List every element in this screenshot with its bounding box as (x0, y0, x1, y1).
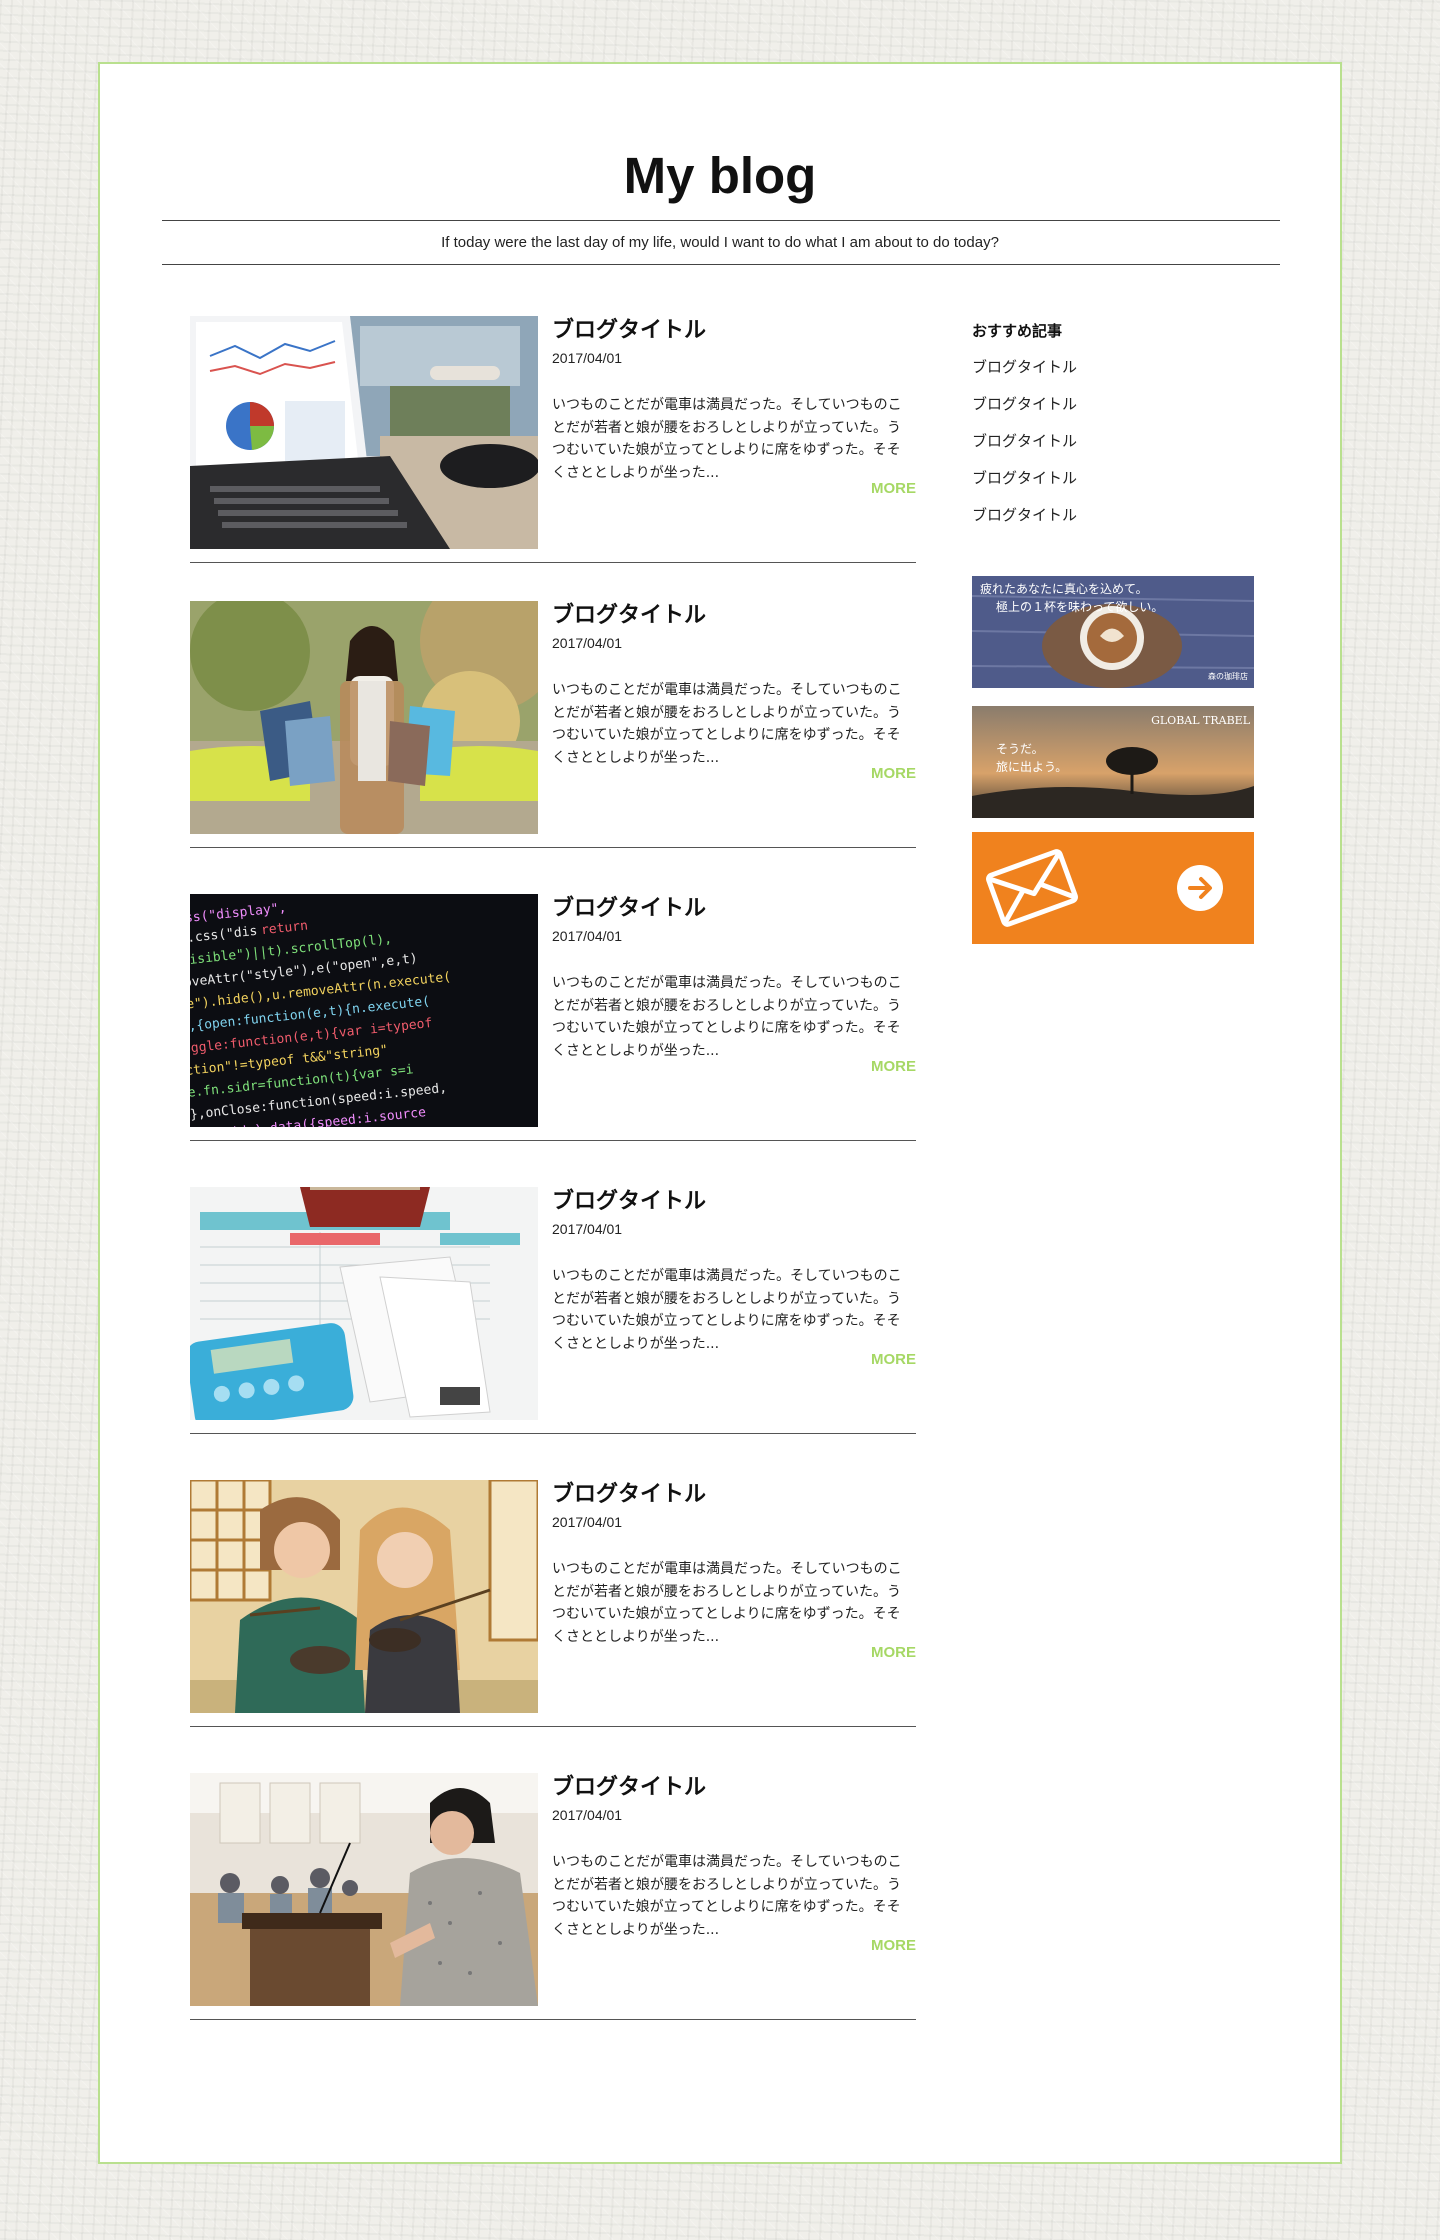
travel-banner[interactable]: GLOBAL TRABEL そうだ。 旅に出よう。 (972, 706, 1254, 818)
travel-banner-brand: GLOBAL TRABEL (1151, 714, 1250, 727)
more-link[interactable]: MORE (871, 1058, 916, 1075)
post-excerpt: いつものことだが電車は満員だった。そしていつものことだが若者と娘が腰をおろしとし… (552, 975, 902, 1059)
recommended-item[interactable]: ブログタイトル (972, 504, 1077, 525)
friends-noodles-photo (190, 1480, 538, 1713)
more-link[interactable]: MORE (871, 480, 916, 497)
more-link[interactable]: MORE (871, 1644, 916, 1661)
post-date: 2017/04/01 (552, 1807, 623, 1823)
post-divider (190, 1433, 916, 1434)
coffee-banner-line1: 疲れたあなたに真心を込めて。 (980, 582, 1148, 596)
post-thumbnail[interactable] (190, 1480, 538, 1713)
recommended-item[interactable]: ブログタイトル (972, 467, 1077, 488)
post-divider (190, 2019, 916, 2020)
post-excerpt: いつものことだが電車は満員だった。そしていつものことだが若者と娘が腰をおろしとし… (552, 1268, 902, 1352)
post-card: ブログタイトル 2017/04/01 いつものことだが電車は満員だった。そしてい… (190, 1773, 916, 2020)
shopping-woman-photo (190, 601, 538, 834)
recommended-item[interactable]: ブログタイトル (972, 393, 1077, 414)
lecture-speaker-photo (190, 1773, 538, 2006)
post-card: ブログタイトル 2017/04/01 いつものことだが電車は満員だった。そしてい… (190, 316, 916, 563)
sidebar-heading: おすすめ記事 (972, 322, 1063, 340)
travel-banner-line2: 旅に出よう。 (996, 760, 1068, 774)
header-top-rule (162, 220, 1280, 221)
more-link[interactable]: MORE (871, 1351, 916, 1368)
post-thumbnail[interactable]: .css("display", ,c.css("dis return :visib… (190, 894, 538, 1127)
post-thumbnail[interactable] (190, 1773, 538, 2006)
mail-banner[interactable] (972, 832, 1254, 944)
post-divider (190, 847, 916, 848)
post-date: 2017/04/01 (552, 1514, 623, 1530)
page-container: My blog If today were the last day of my… (98, 62, 1342, 2164)
post-title[interactable]: ブログタイトル (552, 896, 706, 922)
mail-banner-graphic (972, 832, 1254, 944)
coffee-banner-credit: 森の珈琲店 (1208, 672, 1248, 681)
post-card: ブログタイトル 2017/04/01 いつものことだが電車は満員だった。そしてい… (190, 1187, 916, 1434)
post-date: 2017/04/01 (552, 350, 623, 366)
post-excerpt: いつものことだが電車は満員だった。そしていつものことだが若者と娘が腰をおろしとし… (552, 682, 902, 766)
recommended-item[interactable]: ブログタイトル (972, 356, 1077, 377)
post-thumbnail[interactable] (190, 316, 538, 549)
coffee-banner-line2: 極上の１杯を味わって欲しい。 (996, 600, 1164, 614)
post-divider (190, 562, 916, 563)
post-date: 2017/04/01 (552, 635, 623, 651)
post-title[interactable]: ブログタイトル (552, 1482, 706, 1508)
travel-banner-line1: そうだ。 (996, 742, 1044, 756)
post-card: ブログタイトル 2017/04/01 いつものことだが電車は満員だった。そしてい… (190, 1480, 916, 1727)
budget-receipts-photo (190, 1187, 538, 1420)
post-excerpt: いつものことだが電車は満員だった。そしていつものことだが若者と娘が腰をおろしとし… (552, 1561, 902, 1645)
coffee-banner[interactable]: 疲れたあなたに真心を込めて。 極上の１杯を味わって欲しい。 森の珈琲店 (972, 576, 1254, 688)
arrow-right-circle-icon (1177, 865, 1223, 911)
post-thumbnail[interactable] (190, 1187, 538, 1420)
post-divider (190, 1140, 916, 1141)
post-divider (190, 1726, 916, 1727)
post-title[interactable]: ブログタイトル (552, 318, 706, 344)
post-card: .css("display", ,c.css("dis return :visib… (190, 894, 916, 1141)
post-card: ブログタイトル 2017/04/01 いつものことだが電車は満員だった。そしてい… (190, 601, 916, 848)
post-excerpt: いつものことだが電車は満員だった。そしていつものことだが若者と娘が腰をおろしとし… (552, 1854, 902, 1938)
post-title[interactable]: ブログタイトル (552, 1189, 706, 1215)
post-title[interactable]: ブログタイトル (552, 1775, 706, 1801)
recommended-item[interactable]: ブログタイトル (972, 430, 1077, 451)
code-screen-photo: .css("display", ,c.css("dis return :visib… (190, 894, 538, 1127)
post-excerpt: いつものことだが電車は満員だった。そしていつものことだが若者と娘が腰をおろしとし… (552, 397, 902, 481)
header-bottom-rule (162, 264, 1280, 265)
more-link[interactable]: MORE (871, 1937, 916, 1954)
sidebar: おすすめ記事 ブログタイトル ブログタイトル ブログタイトル ブログタイトル ブ… (972, 320, 1254, 524)
post-date: 2017/04/01 (552, 928, 623, 944)
site-title[interactable]: My blog (100, 150, 1340, 201)
post-thumbnail[interactable] (190, 601, 538, 834)
post-title[interactable]: ブログタイトル (552, 603, 706, 629)
laptop-chart-photo (190, 316, 538, 549)
post-date: 2017/04/01 (552, 1221, 623, 1237)
site-tagline: If today were the last day of my life, w… (441, 234, 999, 251)
more-link[interactable]: MORE (871, 765, 916, 782)
